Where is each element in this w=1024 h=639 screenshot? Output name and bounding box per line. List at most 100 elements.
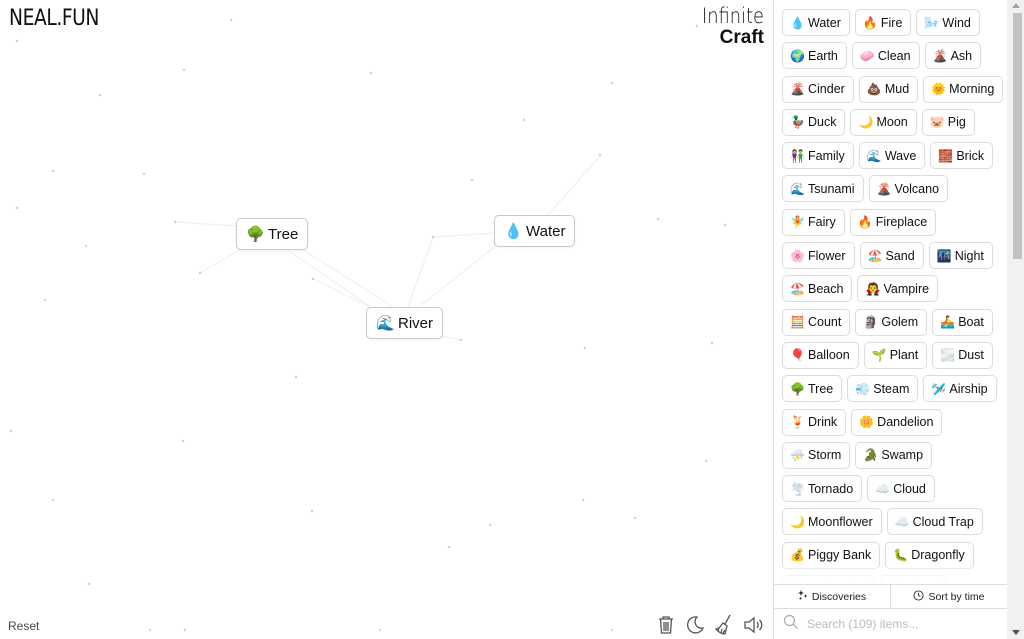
- list-fade: [774, 566, 1006, 584]
- fairy-icon: 🧚: [790, 215, 805, 230]
- sidebar-item-duck[interactable]: 🦆 Duck: [782, 108, 846, 136]
- wind-icon: 🌬️: [924, 15, 940, 30]
- item-label: Brick: [956, 148, 985, 163]
- sidebar-item-wind[interactable]: 🌬️ Wind: [916, 9, 980, 36]
- sidebar-item-family[interactable]: 👫 Family: [782, 142, 854, 170]
- connection-line: [419, 244, 498, 307]
- tornado-icon: 🌪️: [790, 481, 805, 496]
- item-label: Water: [808, 15, 841, 30]
- sidebar-item-balloon[interactable]: 🎈 Balloon: [782, 341, 859, 369]
- tsunami-icon: 🌊: [790, 181, 805, 196]
- sidebar-item-dandelion[interactable]: 🌼 Dandelion: [851, 408, 943, 436]
- trash-icon[interactable]: [656, 614, 676, 636]
- item-label: Pig: [947, 115, 966, 130]
- sidebar-item-tsunami[interactable]: 🌊 Tsunami: [782, 175, 864, 203]
- sidebar-item-night[interactable]: 🌃 Night: [928, 242, 993, 270]
- moon-icon[interactable]: [685, 614, 705, 636]
- sidebar-item-tree[interactable]: 🌳 Tree: [782, 375, 843, 403]
- sidebar-item-count[interactable]: 🧮 Count: [782, 308, 851, 336]
- search-input[interactable]: [805, 616, 989, 632]
- wave-icon: 🌊: [376, 314, 395, 332]
- sidebar-item-ash[interactable]: 🌋 Ash: [924, 42, 982, 70]
- scroll-down-arrow-icon[interactable]: [1012, 630, 1020, 635]
- sidebar-item-plant[interactable]: 🌱 Plant: [863, 341, 928, 369]
- sidebar-item-drink[interactable]: 🍹 Drink: [782, 408, 847, 436]
- sidebar-item-boat[interactable]: 🚣 Boat: [932, 308, 993, 336]
- sound-icon[interactable]: [743, 614, 763, 636]
- broom-icon[interactable]: [714, 614, 734, 636]
- sidebar-item-earth[interactable]: 🌍 Earth: [782, 42, 847, 70]
- sidebar-item-vampire[interactable]: 🧛 Vampire: [857, 275, 939, 303]
- sidebar-item-fireplace[interactable]: 🔥 Fireplace: [849, 208, 937, 236]
- clock-icon: [913, 589, 925, 604]
- items-list: 💧 Water 🔥 Fire 🌬️ Wind 🌍 Earth 🧼 Clean 🌋 Ash 🌋 Cinder…: [782, 9, 1007, 584]
- item-label: Beach: [808, 281, 844, 296]
- drink-icon: 🍹: [790, 415, 805, 430]
- canvas-element-river[interactable]: 🌊 River: [366, 307, 444, 339]
- sidebar-item-fairy[interactable]: 🧚 Fairy: [782, 208, 845, 236]
- count-icon: 🧮: [790, 315, 805, 330]
- item-label: Cinder: [808, 82, 845, 97]
- sidebar-item-mud[interactable]: 💩 Mud: [858, 75, 919, 103]
- item-label: Airship: [949, 381, 988, 396]
- water-icon: 💧: [790, 15, 805, 30]
- reset-button[interactable]: Reset: [8, 619, 39, 633]
- sidebar-item-sand[interactable]: 🏖️ Sand: [859, 242, 924, 270]
- sidebar-item-flower[interactable]: 🌸 Flower: [782, 242, 855, 270]
- sidebar-item-piggy-bank[interactable]: 💰 Piggy Bank: [782, 541, 881, 569]
- sidebar-item-cloud[interactable]: ☁️ Cloud: [867, 475, 935, 503]
- item-label: Dust: [958, 348, 984, 363]
- cinder-icon: 🌋: [790, 82, 805, 97]
- sidebar-item-fire[interactable]: 🔥 Fire: [854, 9, 912, 36]
- sidebar-item-beach[interactable]: 🏖️ Beach: [782, 275, 853, 303]
- item-label: Moon: [876, 115, 908, 130]
- item-label: Morning: [949, 82, 995, 97]
- sidebar-item-steam[interactable]: 💨 Steam: [847, 375, 919, 403]
- sidebar-item-wave[interactable]: 🌊 Wave: [858, 142, 926, 170]
- canvas-element-water[interactable]: 💧 Water: [494, 215, 576, 247]
- sidebar-item-water[interactable]: 💧 Water: [782, 9, 850, 36]
- family-icon: 👫: [790, 148, 805, 163]
- neal-fun-logo[interactable]: NEAL.FUN: [9, 6, 99, 31]
- sidebar-item-golem[interactable]: 🗿 Golem: [855, 308, 928, 336]
- wave-icon: 🌊: [866, 148, 882, 163]
- sidebar-item-swamp[interactable]: 🐊 Swamp: [855, 441, 933, 469]
- beach-icon: 🏖️: [790, 281, 805, 296]
- tab-sort-by-time[interactable]: Sort by time: [890, 585, 1007, 608]
- item-label: Golem: [881, 315, 919, 330]
- infinite-craft-brand: Infinite Craft: [691, 6, 764, 49]
- sidebar-item-airship[interactable]: 🛩️ Airship: [923, 375, 997, 403]
- sidebar-item-clean[interactable]: 🧼 Clean: [851, 42, 920, 70]
- sidebar-item-tornado[interactable]: 🌪️ Tornado: [782, 475, 863, 503]
- sidebar-item-cloud-trap[interactable]: ☁️ Cloud Trap: [886, 508, 983, 536]
- item-label: Cloud Trap: [912, 514, 974, 529]
- morning-icon: 🌞: [931, 82, 947, 97]
- cloud-trap-icon: ☁️: [894, 514, 910, 529]
- sidebar-item-dust[interactable]: 🌫️ Dust: [932, 341, 993, 369]
- item-label: Dragonfly: [911, 548, 965, 563]
- sidebar-item-storm[interactable]: ⛈️ Storm: [782, 441, 851, 469]
- scroll-up-arrow-icon[interactable]: [1012, 3, 1020, 8]
- sidebar-item-morning[interactable]: 🌞 Morning: [923, 75, 1004, 103]
- crafting-canvas[interactable]: NEAL.FUN Infinite Craft 🌳 Tree 💧 Water 🌊…: [0, 0, 773, 639]
- item-label: Sand: [885, 248, 915, 263]
- dandelion-icon: 🌼: [859, 415, 875, 430]
- airship-icon: 🛩️: [931, 381, 947, 396]
- scrollbar-thumb[interactable]: [1013, 13, 1022, 259]
- canvas-element-tree[interactable]: 🌳 Tree: [236, 218, 309, 250]
- tab-discoveries[interactable]: Discoveries: [774, 585, 890, 608]
- sparkle-icon: [797, 590, 808, 603]
- sidebar-item-pig[interactable]: 🐷 Pig: [921, 108, 975, 136]
- sand-icon: 🏖️: [867, 248, 883, 263]
- item-label: Boat: [958, 315, 984, 330]
- sidebar-item-brick[interactable]: 🧱 Brick: [930, 142, 994, 170]
- storm-icon: ⛈️: [790, 448, 805, 463]
- sidebar-tabs: Discoveries Sort by time: [774, 584, 1007, 609]
- sidebar-item-moon[interactable]: 🌙 Moon: [850, 108, 917, 136]
- sidebar-item-moonflower[interactable]: 🌙 Moonflower: [782, 508, 882, 536]
- sidebar-item-dragonfly[interactable]: 🐛 Dragonfly: [885, 541, 974, 569]
- ash-icon: 🌋: [932, 48, 948, 63]
- sidebar-item-volcano[interactable]: 🌋 Volcano: [868, 175, 949, 203]
- scrollbar[interactable]: [1007, 0, 1024, 639]
- sidebar-item-cinder[interactable]: 🌋 Cinder: [782, 75, 854, 103]
